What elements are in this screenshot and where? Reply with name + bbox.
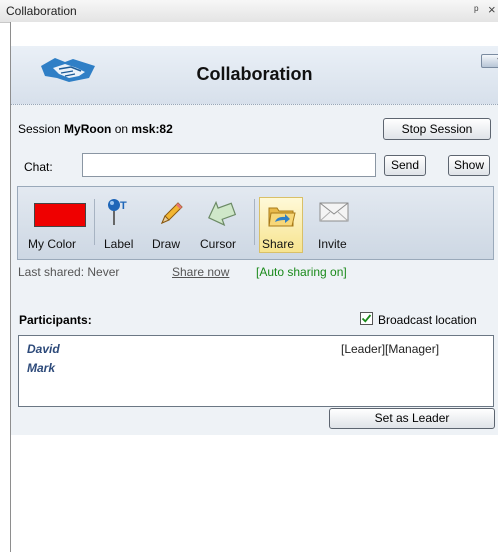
page-title: Collaboration [196, 64, 313, 84]
broadcast-location-label: Broadcast location [378, 313, 477, 327]
close-icon[interactable]: × [488, 2, 496, 17]
broadcast-location-checkbox[interactable] [360, 312, 373, 325]
session-name: MyRoon [64, 122, 112, 136]
envelope-icon [318, 200, 350, 227]
tool-label-cursor: Cursor [200, 237, 237, 251]
last-shared-status: Last shared: Never [18, 265, 120, 279]
chat-label: Chat: [24, 160, 53, 174]
chat-input[interactable] [82, 153, 376, 177]
pin-icon[interactable]: ᵖ [474, 3, 479, 17]
share-tool[interactable]: Share [259, 197, 303, 253]
collaboration-header: Collaboration ? [11, 46, 498, 105]
session-info: Session MyRoon on msk:82 [18, 122, 173, 136]
window-title: Collaboration [6, 4, 77, 18]
set-as-leader-button[interactable]: Set as Leader [329, 408, 495, 429]
show-button[interactable]: Show [448, 155, 490, 176]
participant-roles: [Leader][Manager] [341, 342, 440, 356]
send-button[interactable]: Send [384, 155, 426, 176]
window-title-bar: Collaboration ᵖ × [0, 0, 498, 23]
stop-session-button[interactable]: Stop Session [383, 118, 491, 140]
tool-label-my-color: My Color [28, 237, 77, 251]
tool-label-draw: Draw [152, 237, 181, 251]
checkmark-icon [361, 314, 372, 323]
participant-name: Mark [27, 361, 56, 375]
participants-label: Participants: [19, 313, 92, 327]
session-host: msk:82 [131, 122, 173, 136]
participants-list[interactable]: David [Leader][Manager] Mark [18, 335, 494, 407]
pencil-icon [158, 199, 186, 230]
svg-text:T: T [120, 200, 127, 212]
tool-label-share: Share [262, 237, 295, 251]
session-prefix: Session [18, 122, 61, 136]
auto-sharing-status: [Auto sharing on] [256, 265, 347, 279]
cursor-arrow-icon [206, 199, 238, 230]
participant-name: David [27, 342, 60, 356]
tool-label-label: Label [104, 237, 134, 251]
collaboration-toolbar: My Color T Label Draw Cursor Share Invit… [17, 186, 494, 260]
color-swatch[interactable] [34, 203, 86, 227]
label-pin-icon: T [106, 197, 132, 230]
tool-label-invite: Invite [318, 237, 347, 251]
toolbar-divider [254, 199, 255, 245]
share-now-link[interactable]: Share now [172, 265, 229, 279]
folder-share-icon [267, 202, 297, 233]
toolbar-divider [94, 199, 95, 245]
help-button[interactable]: ? [481, 54, 498, 68]
session-on: on [114, 122, 129, 136]
